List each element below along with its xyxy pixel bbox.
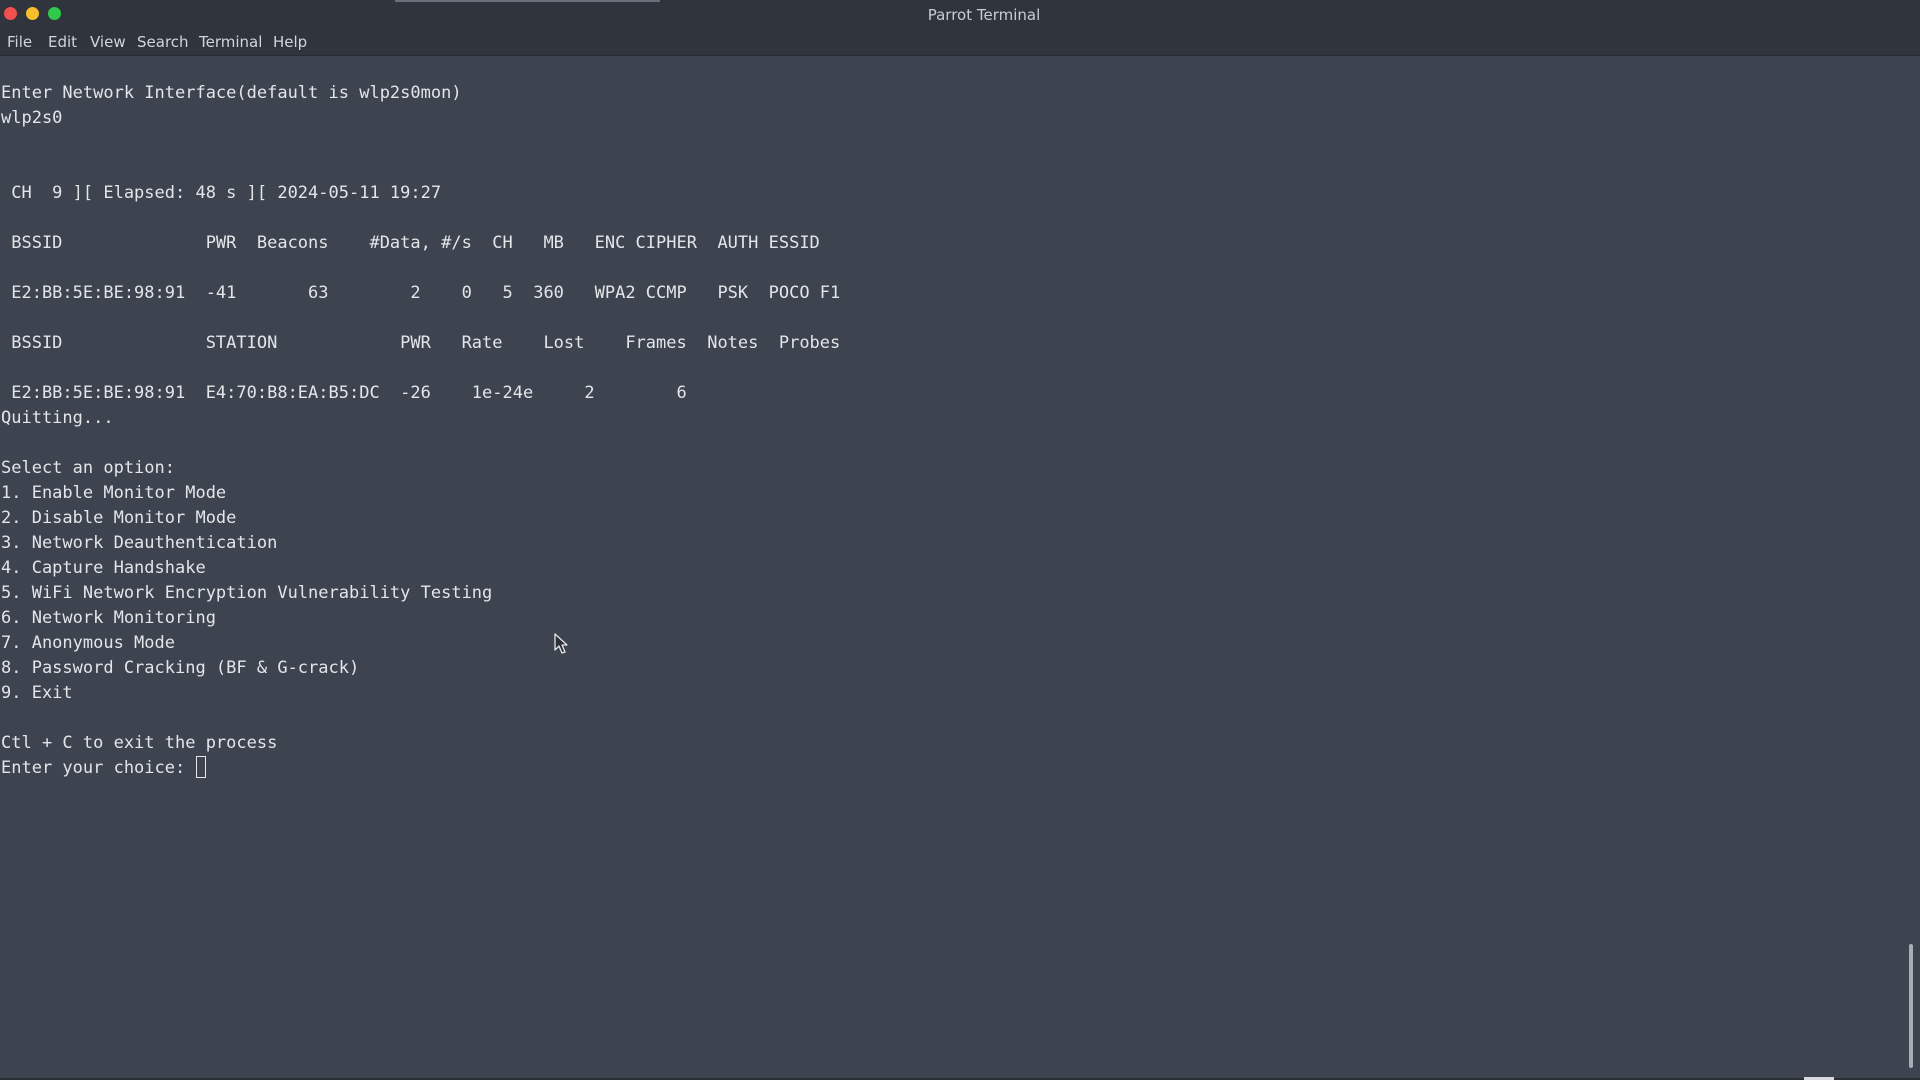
menu-help[interactable]: Help: [273, 33, 307, 51]
menu-edit[interactable]: Edit: [48, 33, 77, 51]
terminal-line: wlp2s0: [1, 108, 63, 128]
station-table-row: E2:BB:5E:BE:98:91 E4:70:B8:EA:B5:DC -26 …: [1, 383, 687, 403]
menu-terminal[interactable]: Terminal: [199, 33, 262, 51]
menu-bar: File Edit View Search Terminal Help: [0, 30, 1920, 56]
title-bar-accent: [395, 0, 660, 2]
choice-prompt-line[interactable]: Enter your choice:: [1, 756, 207, 781]
choice-prompt: Enter your choice:: [1, 758, 196, 778]
ap-table-header: BSSID PWR Beacons #Data, #/s CH MB ENC C…: [1, 233, 820, 253]
menu-option: 8. Password Cracking (BF & G-crack): [1, 658, 360, 678]
menu-option: 7. Anonymous Mode: [1, 633, 175, 653]
maximize-window-button[interactable]: [48, 7, 61, 20]
mouse-pointer-icon: [554, 633, 568, 654]
ap-table-row: E2:BB:5E:BE:98:91 -41 63 2 0 5 360 WPA2 …: [1, 283, 841, 303]
window-title: Parrot Terminal: [927, 6, 1041, 24]
menu-option: 3. Network Deauthentication: [1, 533, 278, 553]
menu-option: 6. Network Monitoring: [1, 608, 216, 628]
scrollbar-thumb[interactable]: [1909, 944, 1913, 1068]
airodump-status-line: CH 9 ][ Elapsed: 48 s ][ 2024-05-11 19:2…: [1, 183, 442, 203]
menu-view[interactable]: View: [90, 33, 126, 51]
text-cursor[interactable]: [196, 756, 207, 778]
terminal-output[interactable]: Enter Network Interface(default is wlp2s…: [0, 56, 1900, 1078]
close-window-button[interactable]: [4, 7, 17, 20]
menu-search[interactable]: Search: [137, 33, 189, 51]
scrollbar[interactable]: [1900, 56, 1920, 1078]
menu-option: 4. Capture Handshake: [1, 558, 206, 578]
menu-option: 5. WiFi Network Encryption Vulnerability…: [1, 583, 493, 603]
title-bar[interactable]: Parrot Terminal: [0, 0, 1920, 30]
menu-option: 1. Enable Monitor Mode: [1, 483, 227, 503]
menu-option: 9. Exit: [1, 683, 73, 703]
terminal-window: Parrot Terminal File Edit View Search Te…: [0, 0, 1920, 1080]
minimize-window-button[interactable]: [26, 7, 39, 20]
menu-file[interactable]: File: [7, 33, 32, 51]
menu-heading: Select an option:: [1, 458, 175, 478]
exit-hint: Ctl + C to exit the process: [1, 733, 278, 753]
menu-option: 2. Disable Monitor Mode: [1, 508, 237, 528]
station-table-header: BSSID STATION PWR Rate Lost Frames Notes…: [1, 333, 841, 353]
terminal-line: Enter Network Interface(default is wlp2s…: [1, 83, 462, 103]
terminal-line: Quitting...: [1, 408, 114, 428]
